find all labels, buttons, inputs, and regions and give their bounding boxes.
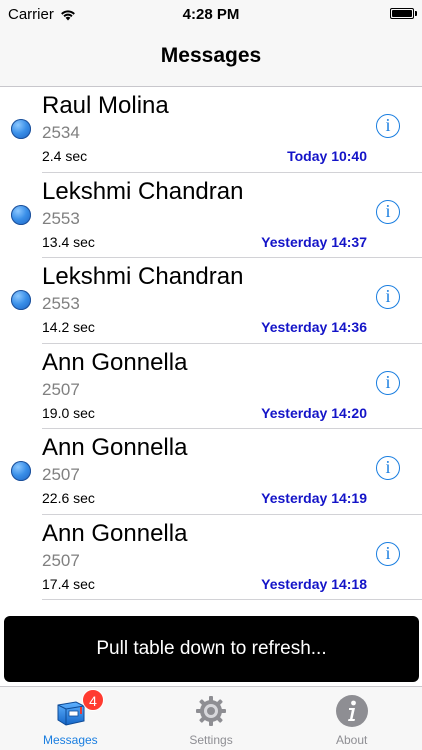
unread-indicator-icon — [11, 290, 31, 310]
tab-about[interactable]: About — [281, 687, 422, 750]
info-button[interactable]: i — [376, 199, 400, 224]
message-row[interactable]: Ann Gonnella 2507 19.0 sec Yesterday 14:… — [0, 344, 422, 430]
message-time: Today 10:40 — [287, 148, 367, 164]
refresh-hint-text: Pull table down to refresh... — [96, 638, 327, 659]
unread-indicator-icon — [11, 119, 31, 139]
caller-name: Ann Gonnella — [42, 348, 188, 376]
message-duration: 14.2 sec — [42, 319, 95, 335]
unread-indicator-icon — [11, 204, 31, 225]
info-button[interactable]: i — [376, 541, 400, 566]
battery-icon — [390, 8, 417, 19]
unread-count-badge: 4 — [82, 689, 104, 711]
refresh-hint-toast: Pull table down to refresh... — [4, 616, 419, 682]
caller-extension: 2553 — [42, 294, 80, 313]
caller-name: Lekshmi Chandran — [42, 263, 244, 290]
info-button[interactable]: i — [376, 285, 400, 309]
message-row[interactable]: Lekshmi Chandran 2553 14.2 sec Yesterday… — [0, 258, 422, 344]
caller-name: Ann Gonnella — [42, 434, 188, 461]
status-time: 4:28 PM — [182, 6, 240, 23]
message-row[interactable]: Ann Gonnella 2507 17.4 sec Yesterday 14:… — [0, 515, 422, 601]
info-icon — [335, 695, 368, 727]
message-row[interactable]: Lekshmi Chandran 2553 13.4 sec Yesterday… — [0, 173, 422, 259]
info-button[interactable]: i — [376, 456, 400, 480]
caller-extension: 2507 — [42, 550, 80, 570]
tab-label: About — [336, 733, 368, 747]
message-duration: 17.4 sec — [42, 575, 95, 592]
message-duration: 2.4 sec — [42, 148, 88, 164]
tab-messages[interactable]: 4 Messages — [0, 687, 141, 750]
tab-bar: 4 Messages Settings About — [0, 686, 422, 750]
caller-name: Ann Gonnella — [42, 519, 188, 547]
message-duration: 19.0 sec — [42, 404, 95, 421]
message-row[interactable]: Raul Molina 2534 2.4 sec Today 10:40 i — [0, 87, 422, 173]
tab-label: Settings — [189, 733, 233, 747]
app-screen: Carrier 4:28 PM Messages Raul Molina 253… — [0, 0, 422, 750]
info-button[interactable]: i — [376, 370, 400, 395]
status-bar: Carrier 4:28 PM — [0, 0, 422, 30]
message-duration: 22.6 sec — [42, 490, 95, 506]
caller-extension: 2534 — [42, 123, 80, 142]
message-list[interactable]: Raul Molina 2534 2.4 sec Today 10:40 i L… — [0, 87, 422, 600]
page-title: Messages — [160, 44, 262, 67]
message-duration: 13.4 sec — [42, 233, 95, 250]
info-button[interactable]: i — [376, 114, 400, 138]
message-time: Yesterday 14:37 — [261, 233, 367, 250]
battery-level — [392, 10, 412, 17]
unread-indicator-icon — [11, 461, 31, 481]
gear-icon — [196, 696, 226, 726]
message-time: Yesterday 14:19 — [261, 490, 367, 506]
caller-extension: 2507 — [42, 379, 80, 399]
tab-label: Messages — [42, 733, 98, 747]
caller-extension: 2507 — [42, 465, 80, 484]
message-time: Yesterday 14:36 — [261, 319, 367, 335]
navigation-bar: Messages — [0, 30, 422, 87]
tab-settings[interactable]: Settings — [141, 687, 282, 750]
caller-name: Raul Molina — [42, 92, 169, 119]
caller-name: Lekshmi Chandran — [42, 177, 244, 205]
message-time: Yesterday 14:20 — [261, 404, 367, 421]
message-time: Yesterday 14:18 — [261, 575, 367, 592]
message-row[interactable]: Ann Gonnella 2507 22.6 sec Yesterday 14:… — [0, 429, 422, 515]
caller-extension: 2553 — [42, 208, 80, 228]
